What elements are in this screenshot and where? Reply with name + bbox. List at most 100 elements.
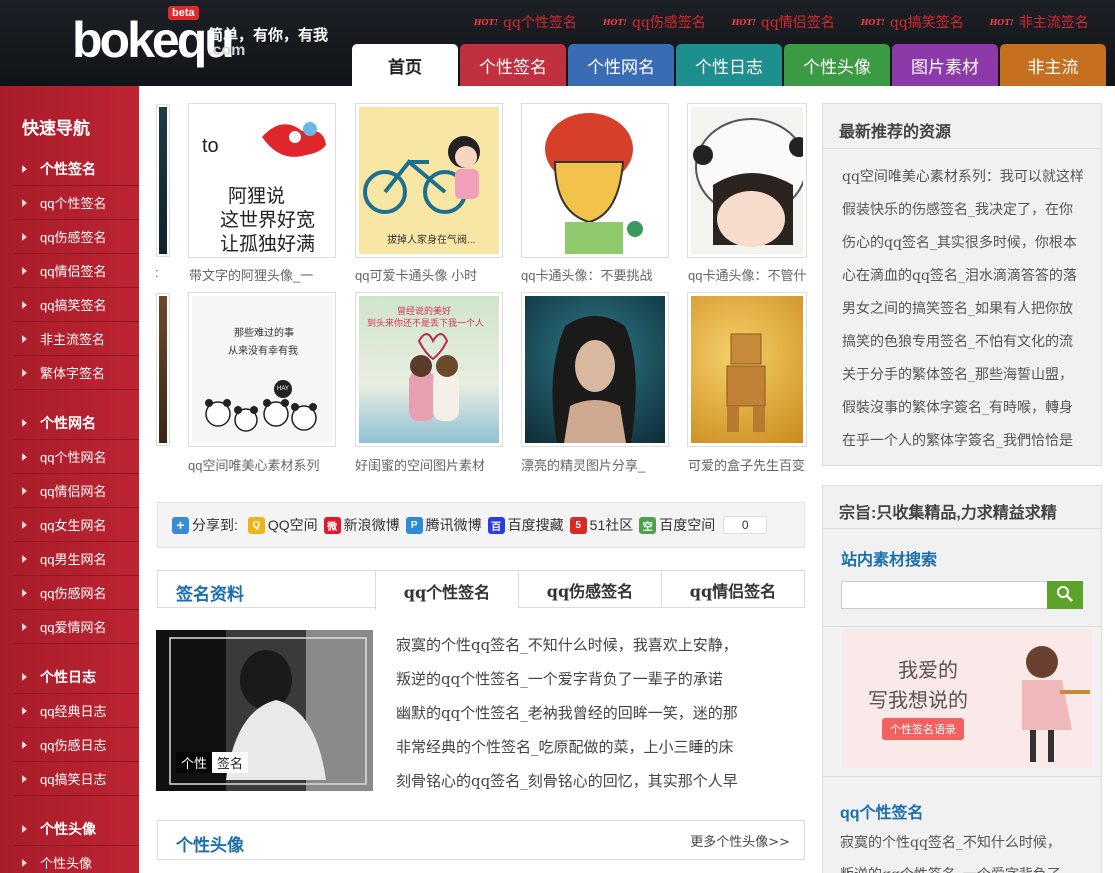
signature-line-3[interactable]: 幽默的qq个性签名_老衲我曾经的回眸一笑，迷的那 bbox=[396, 702, 776, 723]
recommend-item-8[interactable]: 在乎一个人的繁体字簽名_我們恰恰是 bbox=[842, 430, 1092, 450]
qq-signature-title[interactable]: qq个性签名 bbox=[840, 799, 924, 823]
gallery-thumb-elf[interactable] bbox=[521, 292, 669, 447]
sidebar-item-0-0[interactable]: qq个性签名 bbox=[14, 186, 139, 220]
feature-tag-1[interactable]: 个性 bbox=[176, 752, 213, 773]
gallery-thumb-bicycle[interactable]: 拔掉人家身在气阀... bbox=[355, 103, 503, 258]
hot-link-0[interactable]: HOT! qq个性签名 bbox=[474, 12, 577, 32]
gallery-caption-7[interactable]: 漂亮的精灵图片分享_ bbox=[521, 455, 661, 474]
friends-image bbox=[409, 333, 459, 421]
banner-button[interactable]: 个性签名语录 bbox=[882, 718, 964, 740]
nav-tab-4[interactable]: 个性头像 bbox=[784, 44, 890, 86]
hot-link-2[interactable]: HOT! qq情侣签名 bbox=[732, 12, 835, 32]
recommend-item-6[interactable]: 关于分手的繁体签名_那些海誓山盟， bbox=[842, 364, 1092, 384]
sidebar-item-0-2[interactable]: qq情侣签名 bbox=[14, 254, 139, 288]
avatar-section: 个性头像 更多个性头像>> bbox=[157, 820, 805, 860]
recommend-item-3[interactable]: 心在滴血的qq签名_泪水滴滴答答的落 bbox=[842, 265, 1092, 285]
sidebar-item-label: qq伤感网名 bbox=[40, 586, 107, 601]
recommend-item-4[interactable]: 男女之间的搞笑签名_如果有人把你放 bbox=[842, 298, 1092, 318]
gallery-thumb-friends[interactable]: 曾经说的美好 到头来你还不是丢下我一个人 bbox=[355, 292, 503, 447]
recommend-item-1[interactable]: 假装快乐的伤感签名_我决定了，在你 bbox=[842, 199, 1092, 219]
nav-tab-2[interactable]: 个性网名 bbox=[568, 44, 674, 86]
signature-line-1[interactable]: 寂寞的个性qq签名_不知什么时候，我喜欢上安静， bbox=[396, 634, 776, 655]
share-item-2[interactable]: P 腾讯微博 bbox=[405, 515, 482, 535]
sidebar-item-2-1[interactable]: qq伤感日志 bbox=[14, 728, 139, 762]
chevron-right-icon bbox=[22, 672, 27, 681]
nav-tab-3[interactable]: 个性日志 bbox=[676, 44, 782, 86]
gallery-caption-2[interactable]: qq可爱卡通头像 小时 bbox=[355, 265, 495, 284]
chevron-right-icon bbox=[22, 520, 27, 529]
nav-tab-6[interactable]: 非主流 bbox=[1000, 44, 1106, 86]
signature-line-4[interactable]: 非常经典的个性签名_吃原配做的菜，上小三睡的床 bbox=[396, 736, 776, 757]
recommend-item-2[interactable]: 伤心的qq签名_其实很多时候，你根本 bbox=[842, 232, 1092, 252]
sidebar-item-label: qq搞笑日志 bbox=[40, 772, 107, 787]
sidebar-group-2[interactable]: 个性日志 bbox=[14, 660, 139, 694]
share-item-5[interactable]: 空百度空间 bbox=[639, 515, 715, 535]
gallery-caption-5[interactable]: qq空间唯美心素材系列 bbox=[188, 455, 328, 474]
sidebar-group-0[interactable]: 个性签名 bbox=[14, 152, 139, 186]
nav-tab-0[interactable]: 首页 bbox=[352, 44, 458, 86]
sidebar-item-label: 个性网名 bbox=[40, 414, 96, 431]
sidebar-item-0-5[interactable]: 繁体字签名 bbox=[14, 356, 139, 390]
sidebar-group-1[interactable]: 个性网名 bbox=[14, 406, 139, 440]
recommend-title: 最新推荐的资源 bbox=[839, 124, 952, 141]
signature-line-2[interactable]: 叛逆的qq个性签名_一个爱字背负了一辈子的承诺 bbox=[396, 668, 776, 689]
gallery-thumb-redhair[interactable] bbox=[521, 103, 669, 258]
hot-link-3[interactable]: HOT! qq搞笑签名 bbox=[861, 12, 964, 32]
signature-line-5[interactable]: 刻骨铭心的qq签名_刻骨铭心的回忆，其实那个人早 bbox=[396, 770, 776, 791]
logo-beta-badge: beta bbox=[168, 6, 199, 20]
sidebar-item-label: 个性头像 bbox=[40, 856, 93, 871]
sidebar-item-0-3[interactable]: qq搞笑签名 bbox=[14, 288, 139, 322]
hot-link-1[interactable]: HOT! qq伤感签名 bbox=[603, 12, 706, 32]
chevron-right-icon bbox=[22, 588, 27, 597]
gallery-caption-4[interactable]: qq卡通头像：不管什 bbox=[688, 265, 806, 284]
gallery-caption-3[interactable]: qq卡通头像：不要挑战 bbox=[521, 265, 661, 284]
sidebar-item-3-0[interactable]: 个性头像 bbox=[14, 846, 139, 873]
gallery-thumb-panda-hat[interactable] bbox=[687, 103, 807, 258]
search-button[interactable] bbox=[1047, 581, 1083, 609]
sidebar-item-2-2[interactable]: qq搞笑日志 bbox=[14, 762, 139, 796]
tab-qq-couple-signature[interactable]: qq情侣签名 bbox=[661, 571, 804, 608]
gallery-thumb-ali[interactable]: to 阿狸说 这世界好宽 让孤独好满 bbox=[188, 103, 336, 258]
recommend-item-5[interactable]: 搞笑的色狼专用签名_不怕有文化的流 bbox=[842, 331, 1092, 351]
sidebar-item-0-1[interactable]: qq伤感签名 bbox=[14, 220, 139, 254]
chevron-right-icon bbox=[22, 198, 27, 207]
sidebar-item-1-2[interactable]: qq女生网名 bbox=[14, 508, 139, 542]
gallery-caption-1[interactable]: 带文字的阿狸头像_一 bbox=[189, 265, 329, 284]
gallery-caption-6[interactable]: 好闺蜜的空间图片素材 bbox=[355, 455, 495, 474]
recommend-item-7[interactable]: 假裝沒事的繁体字簽名_有時喉，轉身 bbox=[842, 397, 1092, 417]
qq-signature-line-1[interactable]: 寂寞的个性qq签名_不知什么时候， bbox=[840, 832, 1090, 852]
share-item-4[interactable]: 5 51社区 bbox=[569, 515, 633, 535]
tab-qq-sad-signature[interactable]: qq伤感签名 bbox=[518, 571, 661, 608]
signature-banner[interactable]: 我爱的 写我想说的 个性签名语录 bbox=[842, 630, 1092, 768]
sidebar-item-1-1[interactable]: qq情侣网名 bbox=[14, 474, 139, 508]
gallery-thumb-pandas[interactable]: 那些难过的事 从来没有幸有我 HAY bbox=[188, 292, 336, 447]
sidebar-item-1-4[interactable]: qq伤感网名 bbox=[14, 576, 139, 610]
sidebar-item-label: 个性日志 bbox=[40, 668, 96, 685]
nav-tab-5[interactable]: 图片素材 bbox=[892, 44, 998, 86]
hot-link-4[interactable]: HOT! 非主流签名 bbox=[990, 12, 1089, 32]
share-item-0[interactable]: Q QQ空间 bbox=[247, 515, 318, 535]
gallery-caption-8[interactable]: 可爱的盒子先生百变 bbox=[688, 455, 806, 474]
gallery-caption-partial-1: : bbox=[155, 265, 159, 280]
plus-icon[interactable]: + bbox=[172, 516, 189, 534]
share-site-icon: Q bbox=[247, 516, 265, 534]
sidebar-item-0-4[interactable]: 非主流签名 bbox=[14, 322, 139, 356]
ali-text-1: 阿狸说 bbox=[228, 186, 286, 207]
more-avatars-link[interactable]: 更多个性头像>> bbox=[690, 831, 790, 850]
share-item-1[interactable]: 微新浪微博 bbox=[323, 515, 400, 535]
feature-tag-2[interactable]: 签名 bbox=[212, 752, 249, 773]
tab-qq-personal-signature[interactable]: qq个性签名 bbox=[375, 571, 518, 610]
sidebar-item-1-0[interactable]: qq个性网名 bbox=[14, 440, 139, 474]
site-logo[interactable]: bokequ beta 简单，有你，有我 .com bbox=[72, 6, 342, 72]
gallery-thumb-box[interactable] bbox=[687, 292, 807, 447]
search-input[interactable] bbox=[841, 581, 1048, 609]
nav-tab-1[interactable]: 个性签名 bbox=[460, 44, 566, 86]
sidebar-item-1-5[interactable]: qq爱情网名 bbox=[14, 610, 139, 644]
sidebar-item-1-3[interactable]: qq男生网名 bbox=[14, 542, 139, 576]
recommend-item-0[interactable]: qq空间唯美心素材系列：我可以就这样 bbox=[842, 166, 1092, 186]
qq-signature-line-2[interactable]: 叛逆的qq个性签名_一个爱字背负了 bbox=[840, 864, 1090, 873]
sidebar-group-3[interactable]: 个性头像 bbox=[14, 812, 139, 846]
sidebar-item-2-0[interactable]: qq经典日志 bbox=[14, 694, 139, 728]
gallery-partial-left-2 bbox=[156, 293, 170, 446]
share-item-3[interactable]: 百百度搜藏 bbox=[487, 515, 564, 535]
